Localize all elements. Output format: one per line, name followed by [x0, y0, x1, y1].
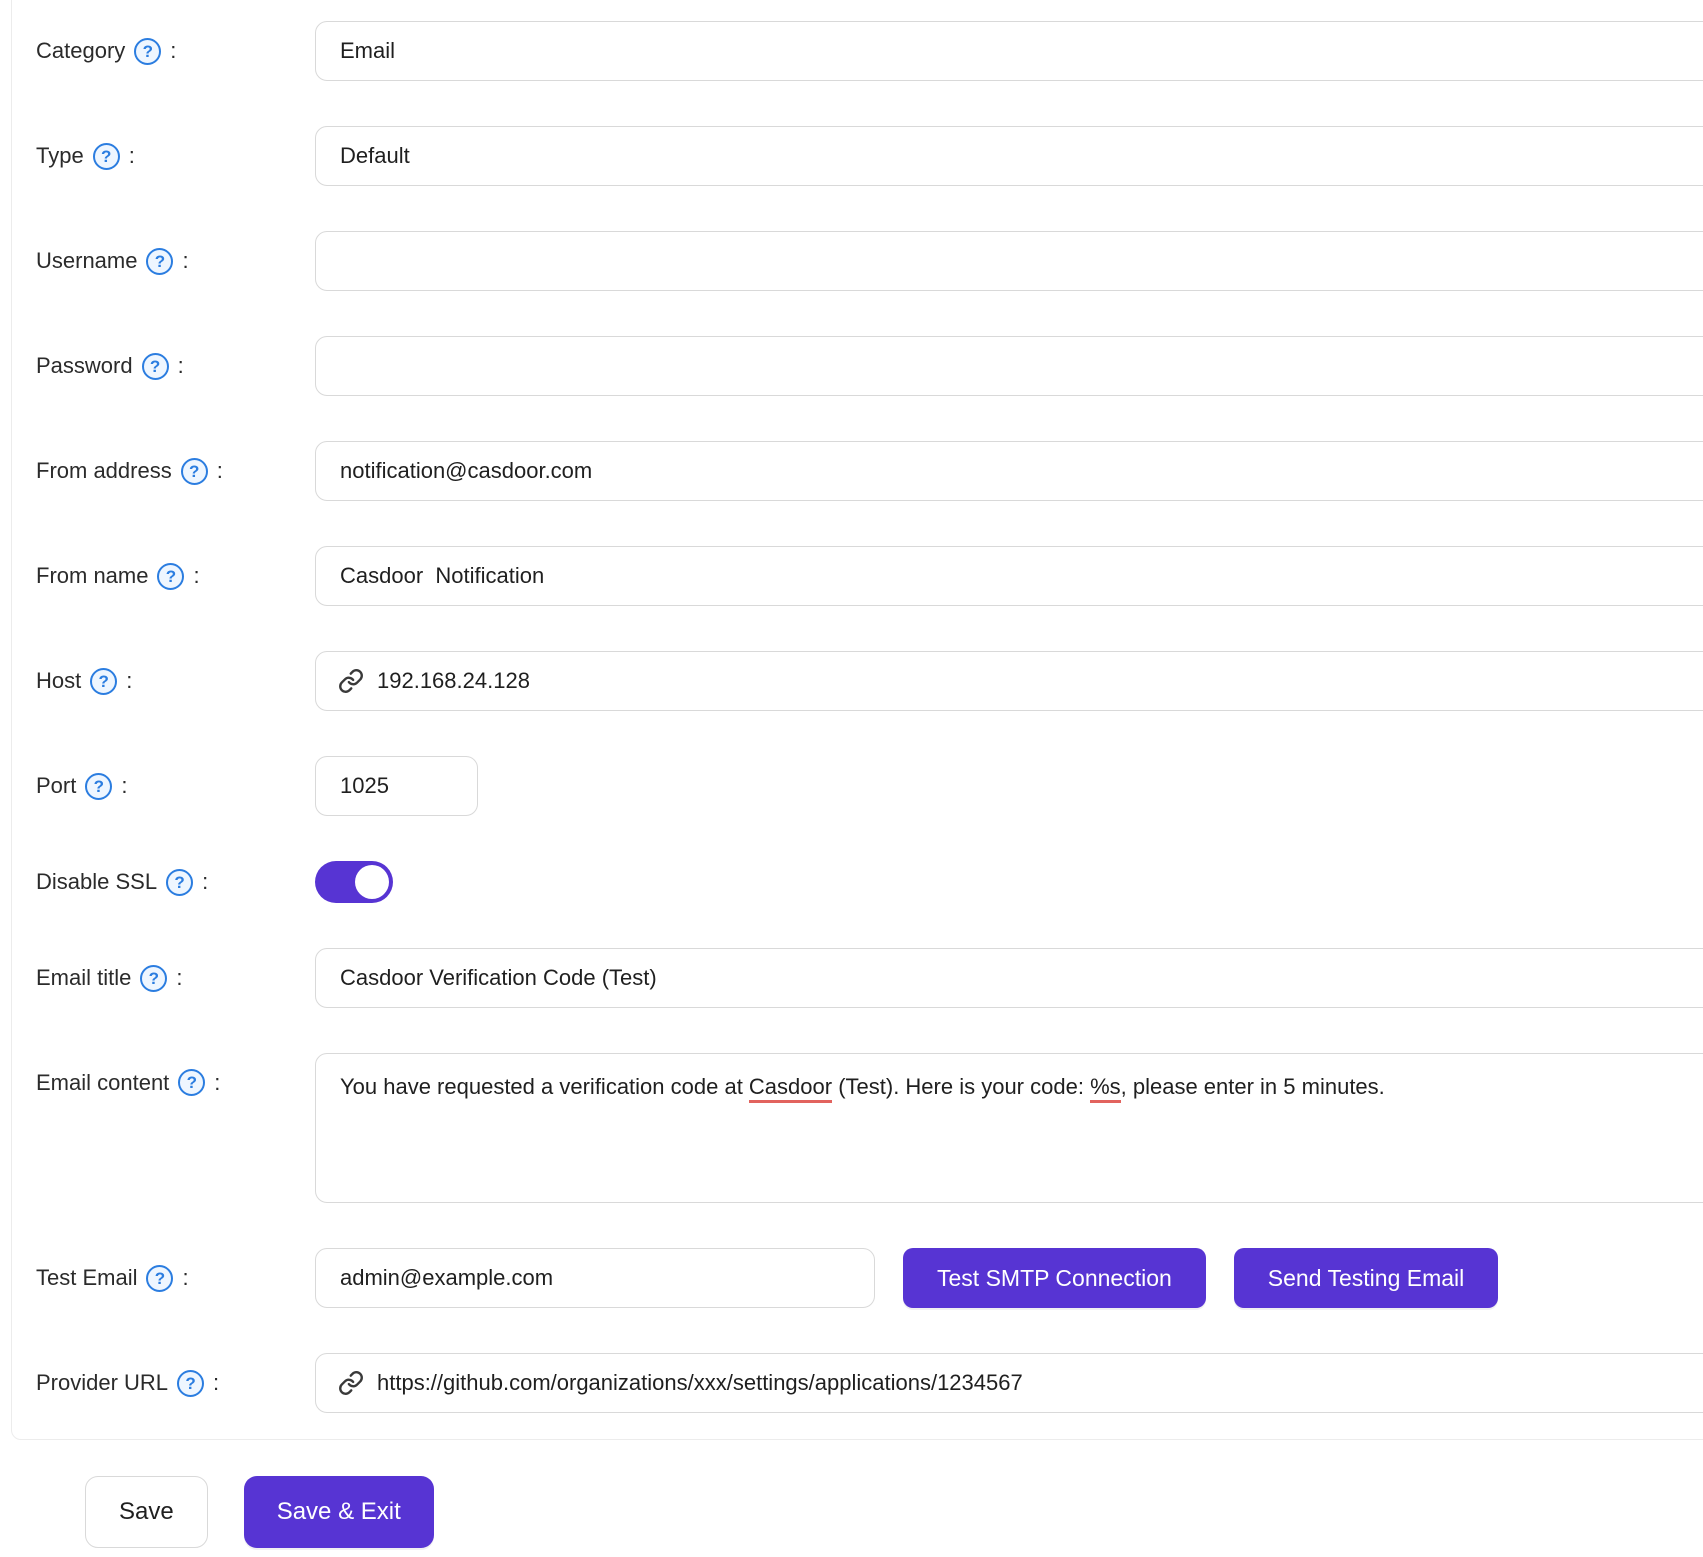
link-icon [338, 1370, 364, 1396]
row-provider-url: Provider URL ? : https://github.com/orga… [36, 1353, 1703, 1413]
help-icon[interactable]: ? [90, 668, 117, 695]
from-address-label: From address [36, 458, 172, 484]
spellcheck-underline: Casdoor [749, 1074, 832, 1103]
label-colon: : [182, 1265, 188, 1291]
row-port: Port ? : [36, 756, 1703, 816]
label-colon: : [202, 869, 208, 895]
label-colon: : [170, 38, 176, 64]
save-exit-button[interactable]: Save & Exit [244, 1476, 434, 1548]
password-input[interactable] [315, 336, 1703, 396]
label-colon: : [193, 563, 199, 589]
footer-actions: Save Save & Exit [85, 1476, 1703, 1548]
row-type: Type ? : [36, 126, 1703, 186]
help-icon[interactable]: ? [142, 353, 169, 380]
password-label: Password [36, 353, 133, 379]
test-email-input[interactable] [315, 1248, 875, 1308]
category-label: Category [36, 38, 125, 64]
label-colon: : [213, 1370, 219, 1396]
test-email-label: Test Email [36, 1265, 137, 1291]
row-disable-ssl: Disable SSL ? : [36, 861, 1703, 903]
help-icon[interactable]: ? [85, 773, 112, 800]
test-smtp-connection-button[interactable]: Test SMTP Connection [903, 1248, 1206, 1308]
label-colon: : [214, 1070, 220, 1096]
email-title-label: Email title [36, 965, 131, 991]
provider-url-label: Provider URL [36, 1370, 168, 1396]
host-label: Host [36, 668, 81, 694]
help-icon[interactable]: ? [181, 458, 208, 485]
email-content-text: (Test). Here is your code: [832, 1074, 1090, 1099]
label-colon: : [126, 668, 132, 694]
label-colon: : [129, 143, 135, 169]
row-email-content: Email content ? : You have requested a v… [36, 1053, 1703, 1203]
label-colon: : [176, 965, 182, 991]
provider-url-input[interactable]: https://github.com/organizations/xxx/set… [315, 1353, 1703, 1413]
type-select[interactable] [315, 126, 1703, 186]
row-host: Host ? : 192.168.24.128 [36, 651, 1703, 711]
help-icon[interactable]: ? [157, 563, 184, 590]
help-icon[interactable]: ? [93, 143, 120, 170]
row-password: Password ? : [36, 336, 1703, 396]
help-icon[interactable]: ? [146, 1265, 173, 1292]
email-content-text: You have requested a verification code a… [340, 1074, 749, 1099]
category-select[interactable] [315, 21, 1703, 81]
port-label: Port [36, 773, 76, 799]
row-from-address: From address ? : [36, 441, 1703, 501]
provider-edit-card: Category ? : Type ? : Username ? : [11, 0, 1703, 1440]
port-input[interactable] [315, 756, 478, 816]
from-address-input[interactable] [315, 441, 1703, 501]
provider-url-value: https://github.com/organizations/xxx/set… [377, 1370, 1023, 1396]
from-name-label: From name [36, 563, 148, 589]
username-label: Username [36, 248, 137, 274]
disable-ssl-toggle[interactable] [315, 861, 393, 903]
row-email-title: Email title ? : [36, 948, 1703, 1008]
save-button[interactable]: Save [85, 1476, 208, 1548]
label-colon: : [217, 458, 223, 484]
spellcheck-underline: %s [1090, 1074, 1121, 1103]
host-value: 192.168.24.128 [377, 668, 530, 694]
toggle-knob [355, 865, 389, 899]
row-from-name: From name ? : [36, 546, 1703, 606]
type-label: Type [36, 143, 84, 169]
row-category: Category ? : [36, 21, 1703, 81]
send-testing-email-button[interactable]: Send Testing Email [1234, 1248, 1498, 1308]
email-title-input[interactable] [315, 948, 1703, 1008]
label-colon: : [121, 773, 127, 799]
help-icon[interactable]: ? [140, 965, 167, 992]
help-icon[interactable]: ? [177, 1370, 204, 1397]
label-colon: : [178, 353, 184, 379]
label-colon: : [182, 248, 188, 274]
email-content-label: Email content [36, 1070, 169, 1096]
help-icon[interactable]: ? [146, 248, 173, 275]
username-input[interactable] [315, 231, 1703, 291]
row-test-email: Test Email ? : Test SMTP Connection Send… [36, 1248, 1703, 1308]
disable-ssl-label: Disable SSL [36, 869, 157, 895]
host-input[interactable]: 192.168.24.128 [315, 651, 1703, 711]
email-content-textarea[interactable]: You have requested a verification code a… [315, 1053, 1703, 1203]
email-content-text: , please enter in 5 minutes. [1121, 1074, 1385, 1099]
from-name-input[interactable] [315, 546, 1703, 606]
help-icon[interactable]: ? [166, 869, 193, 896]
link-icon [338, 668, 364, 694]
help-icon[interactable]: ? [134, 38, 161, 65]
row-username: Username ? : [36, 231, 1703, 291]
help-icon[interactable]: ? [178, 1069, 205, 1096]
